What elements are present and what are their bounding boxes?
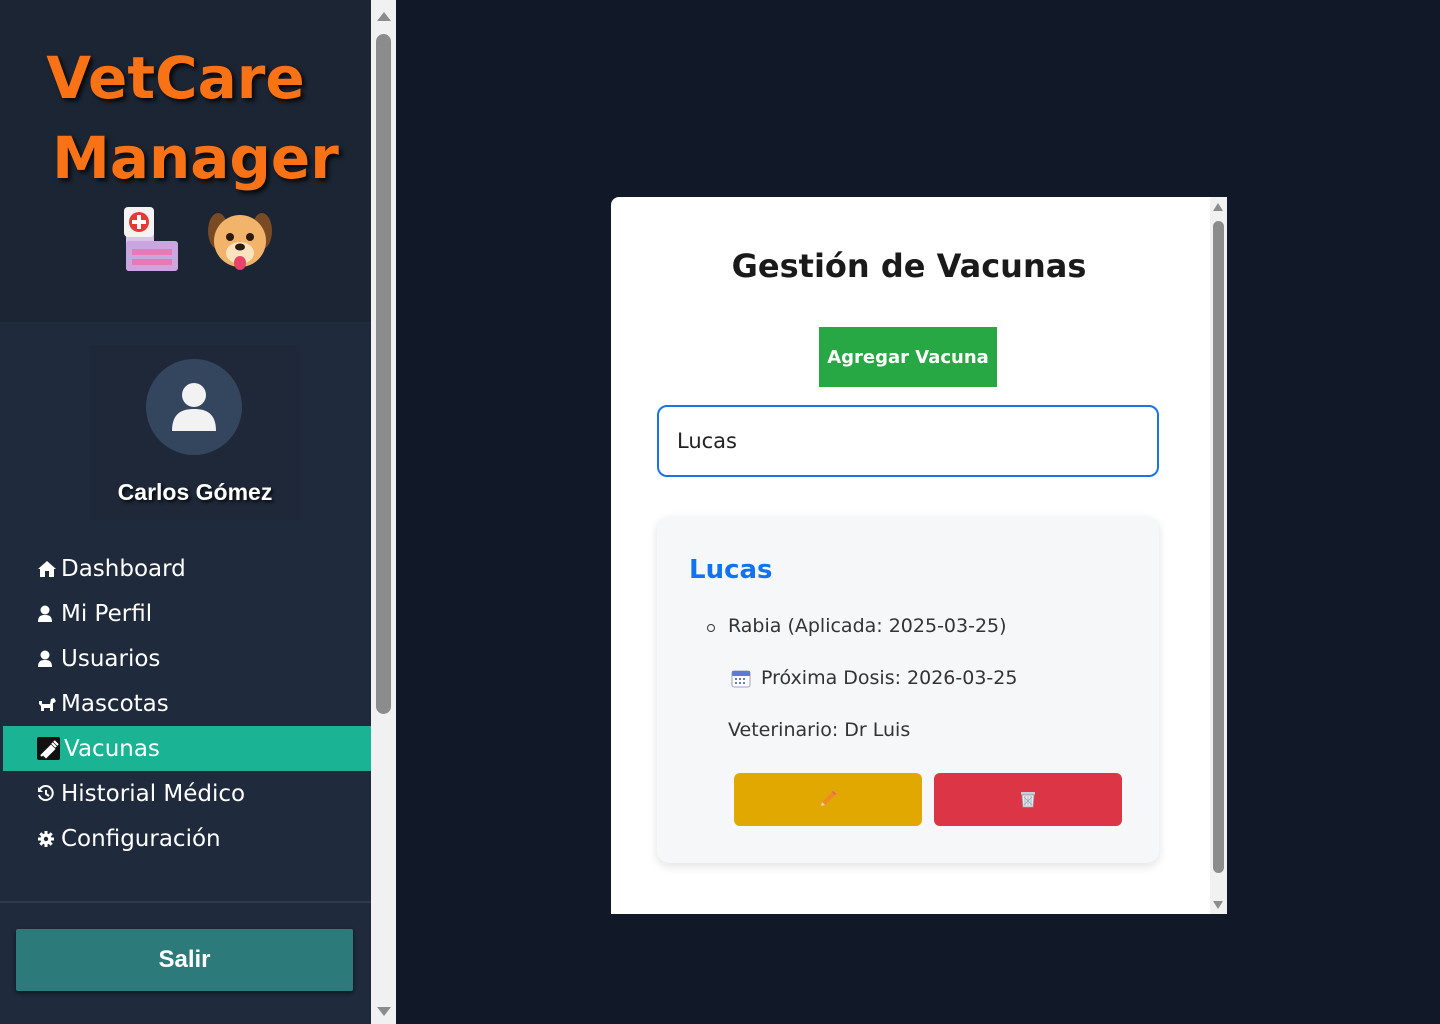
logo-icons	[118, 205, 278, 275]
scrollbar-thumb[interactable]	[1213, 221, 1224, 873]
scroll-down-arrow-icon[interactable]	[377, 1007, 391, 1016]
sidebar-item-label: Usuarios	[61, 645, 161, 672]
user-icon	[37, 648, 59, 670]
sidebar-item-label: Vacunas	[64, 735, 160, 762]
dog-face-icon	[208, 213, 272, 270]
logo-area: VetCare Manager	[0, 0, 371, 322]
sidebar-item-label: Dashboard	[61, 555, 186, 582]
pencil-icon	[821, 791, 836, 806]
search-input[interactable]	[657, 405, 1159, 477]
user-name: Carlos Gómez	[117, 479, 273, 505]
edit-vaccine-button[interactable]	[734, 773, 922, 826]
gear-icon	[37, 828, 59, 850]
sidebar-item-mascotas[interactable]: Mascotas	[3, 681, 371, 726]
scroll-down-arrow-icon[interactable]	[1213, 901, 1223, 909]
trash-icon	[1021, 792, 1035, 808]
sidebar-item-historial-medico[interactable]: Historial Médico	[3, 771, 371, 816]
sidebar-item-label: Mi Perfil	[61, 600, 153, 627]
avatar	[146, 359, 242, 455]
sidebar-item-label: Historial Médico	[61, 780, 246, 807]
modal-scrollbar[interactable]	[1210, 197, 1227, 914]
sidebar-item-configuracion[interactable]: Configuración	[3, 816, 371, 861]
sidebar: VetCare Manager Carlos Gómez Dashboard M…	[0, 0, 371, 1024]
scroll-up-arrow-icon[interactable]	[1213, 203, 1223, 211]
logo-title-line2: Manager	[52, 124, 339, 192]
history-icon	[37, 783, 59, 805]
calendar-icon	[731, 670, 751, 688]
dog-icon	[37, 693, 59, 715]
add-vaccine-button[interactable]: Agregar Vacuna	[819, 327, 997, 387]
syringe-icon	[37, 737, 60, 760]
vaccine-management-modal: Gestión de Vacunas Agregar Vacuna Lucas …	[611, 197, 1227, 914]
sidebar-divider	[0, 901, 371, 903]
sidebar-item-mi-perfil[interactable]: Mi Perfil	[3, 591, 371, 636]
scroll-up-arrow-icon[interactable]	[377, 12, 391, 21]
sidebar-item-vacunas[interactable]: Vacunas	[3, 726, 371, 771]
scrollbar-thumb[interactable]	[376, 34, 391, 714]
pet-name: Lucas	[689, 555, 773, 585]
logout-button[interactable]: Salir	[16, 929, 353, 991]
veterinarian: Veterinario: Dr Luis	[728, 719, 911, 741]
next-dose-text: Próxima Dosis: 2026-03-25	[761, 667, 1018, 689]
logo-title-line1: VetCare	[46, 44, 305, 112]
hospital-icon	[124, 207, 178, 271]
next-dose: Próxima Dosis: 2026-03-25	[731, 667, 1017, 689]
sidebar-item-label: Configuración	[61, 825, 221, 852]
list-bullet	[707, 624, 715, 632]
vaccine-card: Lucas Rabia (Aplicada: 2025-03-25) Próxi…	[657, 517, 1159, 863]
sidebar-nav: Dashboard Mi Perfil Usuarios Mascotas Va…	[3, 546, 371, 861]
delete-vaccine-button[interactable]	[934, 773, 1122, 826]
user-profile: Carlos Gómez	[90, 345, 300, 520]
sidebar-scrollbar[interactable]	[371, 0, 396, 1024]
modal-title: Gestión de Vacunas	[731, 247, 1087, 285]
sidebar-item-dashboard[interactable]: Dashboard	[3, 546, 371, 591]
user-icon	[172, 383, 216, 431]
sidebar-item-usuarios[interactable]: Usuarios	[3, 636, 371, 681]
user-icon	[37, 603, 59, 625]
sidebar-item-label: Mascotas	[61, 690, 169, 717]
home-icon	[37, 558, 59, 580]
vaccine-applied: Rabia (Aplicada: 2025-03-25)	[728, 615, 1007, 637]
